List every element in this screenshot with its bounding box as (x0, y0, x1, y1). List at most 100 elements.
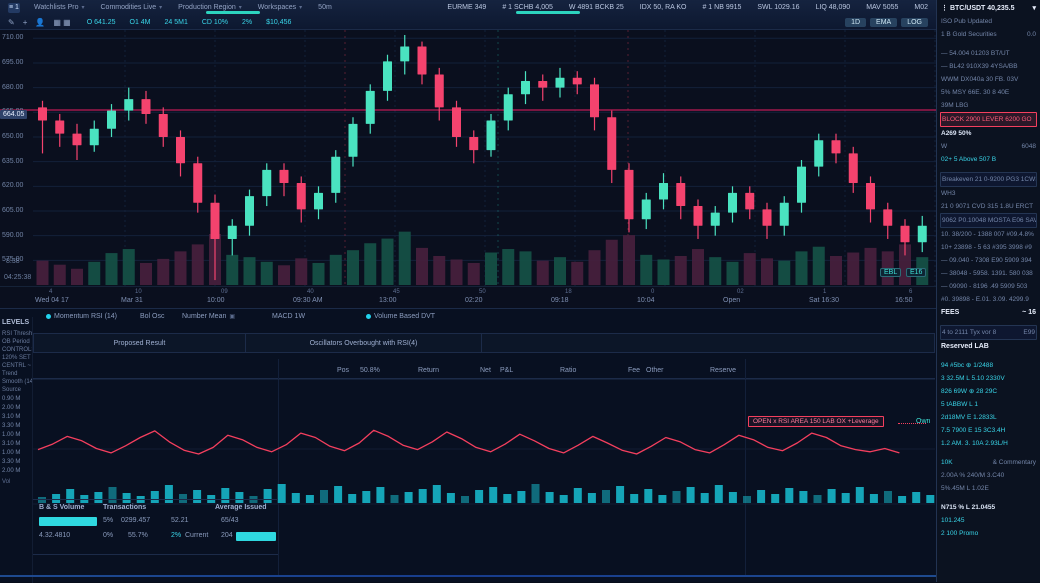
chart-mode-button-2[interactable]: LOG (901, 18, 928, 27)
ohlc-chip-group: O 641.25 O1 4M 24 5M1 CD 10% 2% $10,456 (87, 19, 292, 26)
price-axis-label-1: 695.00 (2, 59, 23, 66)
main-candlestick-chart[interactable]: 710.00695.00680.00665.00650.00635.00620.… (0, 30, 936, 308)
menu-item-3[interactable]: Workspaces▾ (258, 4, 302, 11)
ticker-item-2[interactable]: W 4891 BCKB 25 (569, 4, 624, 11)
time-axis-tick-5: 50 (479, 289, 486, 295)
ticker-item-4[interactable]: # 1 NB 9915 (702, 4, 741, 11)
price-axis-label-2: 680.00 (2, 84, 23, 91)
price-axis-label-8: 590.00 (2, 232, 23, 239)
time-axis-label-3[interactable]: 09:30 AM (293, 297, 323, 304)
rsi-alert-annotation[interactable]: OPEN x RSI AREA 150 LAB OX +Leverage (748, 416, 884, 427)
time-axis-label-4[interactable]: 13:00 (379, 297, 397, 304)
sidebar-row-31[interactable]: 826 69W ⊕ 28 29C (940, 385, 1037, 398)
sidebar-row-32[interactable]: 5 tABBW L 1 (940, 398, 1037, 411)
stat-column-header-3: Net (480, 367, 491, 374)
menu-container: Watchlists Pro▾ Commodities Live▾ Producti… (34, 4, 332, 11)
ohlc-chip-5[interactable]: $10,456 (266, 19, 291, 26)
time-axis-tick-0: 4 (49, 289, 52, 295)
indicator-legend-item-4[interactable]: Volume Based DVT (366, 313, 435, 320)
time-axis-label-5[interactable]: 02:20 (465, 297, 483, 304)
app-logo[interactable]: ≡ 1 (8, 3, 20, 13)
rail-line-2: CONTROLS (0, 346, 32, 354)
sidebar-row-27[interactable]: Reserved LAB (940, 340, 1037, 353)
sidebar-row-42[interactable]: 101.245 (940, 514, 1037, 527)
sidebar-row-33[interactable]: 2d18MV E 1.2833L (940, 411, 1037, 424)
rail-line-1: OB Period (0, 338, 32, 346)
indicator-tab-1[interactable]: Oscillators Overbought with RSI(4) (246, 334, 482, 352)
sidebar-row-43[interactable]: 2 100 Promo (940, 527, 1037, 540)
rail-tick-6: 1.00 M (0, 448, 32, 457)
time-axis-label-8[interactable]: Open (723, 297, 740, 304)
chevron-down-icon: ▾ (299, 4, 302, 11)
sidebar-row-30[interactable]: 3 32.5M L 5.10 2330V (940, 372, 1037, 385)
indicator-legend-item-3[interactable]: MACD 1W (272, 313, 305, 320)
stat-column-header-1: 50.8% (360, 367, 380, 374)
time-axis-label-10[interactable]: 16:50 (895, 297, 913, 304)
time-axis-label-9[interactable]: Sat 16:30 (809, 297, 839, 304)
sidebar-row-7: 5% MSY 66E. 30 8 40E (940, 86, 1037, 99)
rail-line-6: Smooth (14) (0, 378, 32, 386)
indicator-legend-item-1[interactable]: Bol Osc (140, 313, 165, 320)
menu-item-4[interactable]: 50m (318, 4, 332, 11)
menu-item-2[interactable]: Production Region▾ (178, 4, 242, 11)
table-row1-cell-2: 0299.457 (121, 517, 150, 524)
sidebar-row-35[interactable]: 1.2 AM. 3. 10A 2.93L/H (940, 437, 1037, 450)
table-row1-cell-3: 52.21 (171, 517, 189, 524)
add-icon[interactable]: + (23, 18, 28, 27)
sidebar-row-41: N715 % L 21.0455 (940, 501, 1037, 514)
indicator-legend-item-2[interactable]: Number Mean▣ (182, 313, 235, 320)
table-header-0: B & S Volume (39, 504, 84, 511)
indicator-legend-item-0[interactable]: Momentum RSI (14) (46, 313, 117, 320)
time-axis-label-1[interactable]: Mar 31 (121, 297, 143, 304)
ticker-item-3[interactable]: IDX 50, RA KO (640, 4, 687, 11)
sidebar-row-34[interactable]: 7.5 7900 E 15 3C3.4H (940, 424, 1037, 437)
sidebar-row-12[interactable]: 02+ 5 Above 507 B (940, 153, 1037, 166)
ticker-item-6[interactable]: LIQ 48,090 (816, 4, 851, 11)
indicator-tab-0[interactable]: Proposed Result (34, 334, 246, 352)
chart-mode-button-1[interactable]: EMA (870, 18, 897, 27)
ohlc-chip-0[interactable]: O 641.25 (87, 19, 116, 26)
sidebar-row-24[interactable]: FEES~ 16 (940, 306, 1037, 319)
ohlc-chip-4[interactable]: 2% (242, 19, 252, 26)
grid-layout-icon[interactable]: ▦ ▦ (53, 18, 70, 27)
sidebar-row-22: — 09090 - 8196 .49 5909 503 (940, 280, 1037, 293)
ticker-item-7[interactable]: MAV 5055 (866, 4, 898, 11)
rail-line-0: RSI Thresh (0, 330, 32, 338)
sidebar-row-20: — 09.040 - 7308 E90 5909 394 (940, 254, 1037, 267)
menu-item-1[interactable]: Commodities Live▾ (101, 4, 163, 11)
ticker-item-8[interactable]: M02 (914, 4, 928, 11)
time-axis-label-7[interactable]: 10:04 (637, 297, 655, 304)
stat-column-header-7: Other (646, 367, 664, 374)
time-axis-tick-2: 09 (221, 289, 228, 295)
ticker-item-0[interactable]: EURME 349 (447, 4, 486, 11)
chip-ebl[interactable]: EBL (880, 268, 901, 277)
time-axis-label-6[interactable]: 09:18 (551, 297, 569, 304)
ticker-item-5[interactable]: SWL 1029.16 (757, 4, 799, 11)
time-axis-label-2[interactable]: 10:00 (207, 297, 225, 304)
profile-icon[interactable]: 👤 (35, 18, 45, 27)
rail-title: LEVELS (0, 317, 32, 330)
price-axis-label-0: 710.00 (2, 34, 23, 41)
sidebar-alert-row[interactable]: BLOCK 2900 LEVER 6200 GO (940, 112, 1037, 127)
sidebar-row-16: 21 0 9071 CVD 315 1.8U ERCT (940, 200, 1037, 213)
ticker-item-1[interactable]: # 1 SCHB 4,005 (502, 4, 553, 11)
menu-item-0[interactable]: Watchlists Pro▾ (34, 4, 85, 11)
sidebar-row-29[interactable]: 94 #5bc ⊕ 1/2488 (940, 359, 1037, 372)
sidebar-row-11: W6048 (940, 140, 1037, 153)
chip-e16[interactable]: E16 (906, 268, 926, 277)
stat-column-header-4: P&L (500, 367, 513, 374)
table-row2-bar (236, 532, 276, 541)
time-axis-label-0[interactable]: Wed 04 17 (35, 297, 69, 304)
ohlc-chip-1[interactable]: O1 4M (130, 19, 151, 26)
ohlc-chip-2[interactable]: 24 5M1 (165, 19, 188, 26)
ohlc-chip-3[interactable]: CD 10% (202, 19, 228, 26)
sidebar-row-0[interactable]: ⋮ BTC/USDT 40,235.5▾ (940, 2, 1037, 15)
rail-tick-3: 3.30 M (0, 421, 32, 430)
rail-tick-1: 2.00 M (0, 403, 32, 412)
table-row1-cell-4: 65/43 (221, 517, 239, 524)
candle-svg (0, 30, 936, 286)
time-axis[interactable]: 4Wed 04 1710Mar 310910:004009:30 AM4513:… (0, 286, 936, 308)
chart-mode-button-0[interactable]: 1D (845, 18, 866, 27)
draw-icon[interactable]: ✎ (8, 18, 15, 27)
toolbar-icon-group: ✎ + 👤 ▦ ▦ (8, 18, 71, 27)
